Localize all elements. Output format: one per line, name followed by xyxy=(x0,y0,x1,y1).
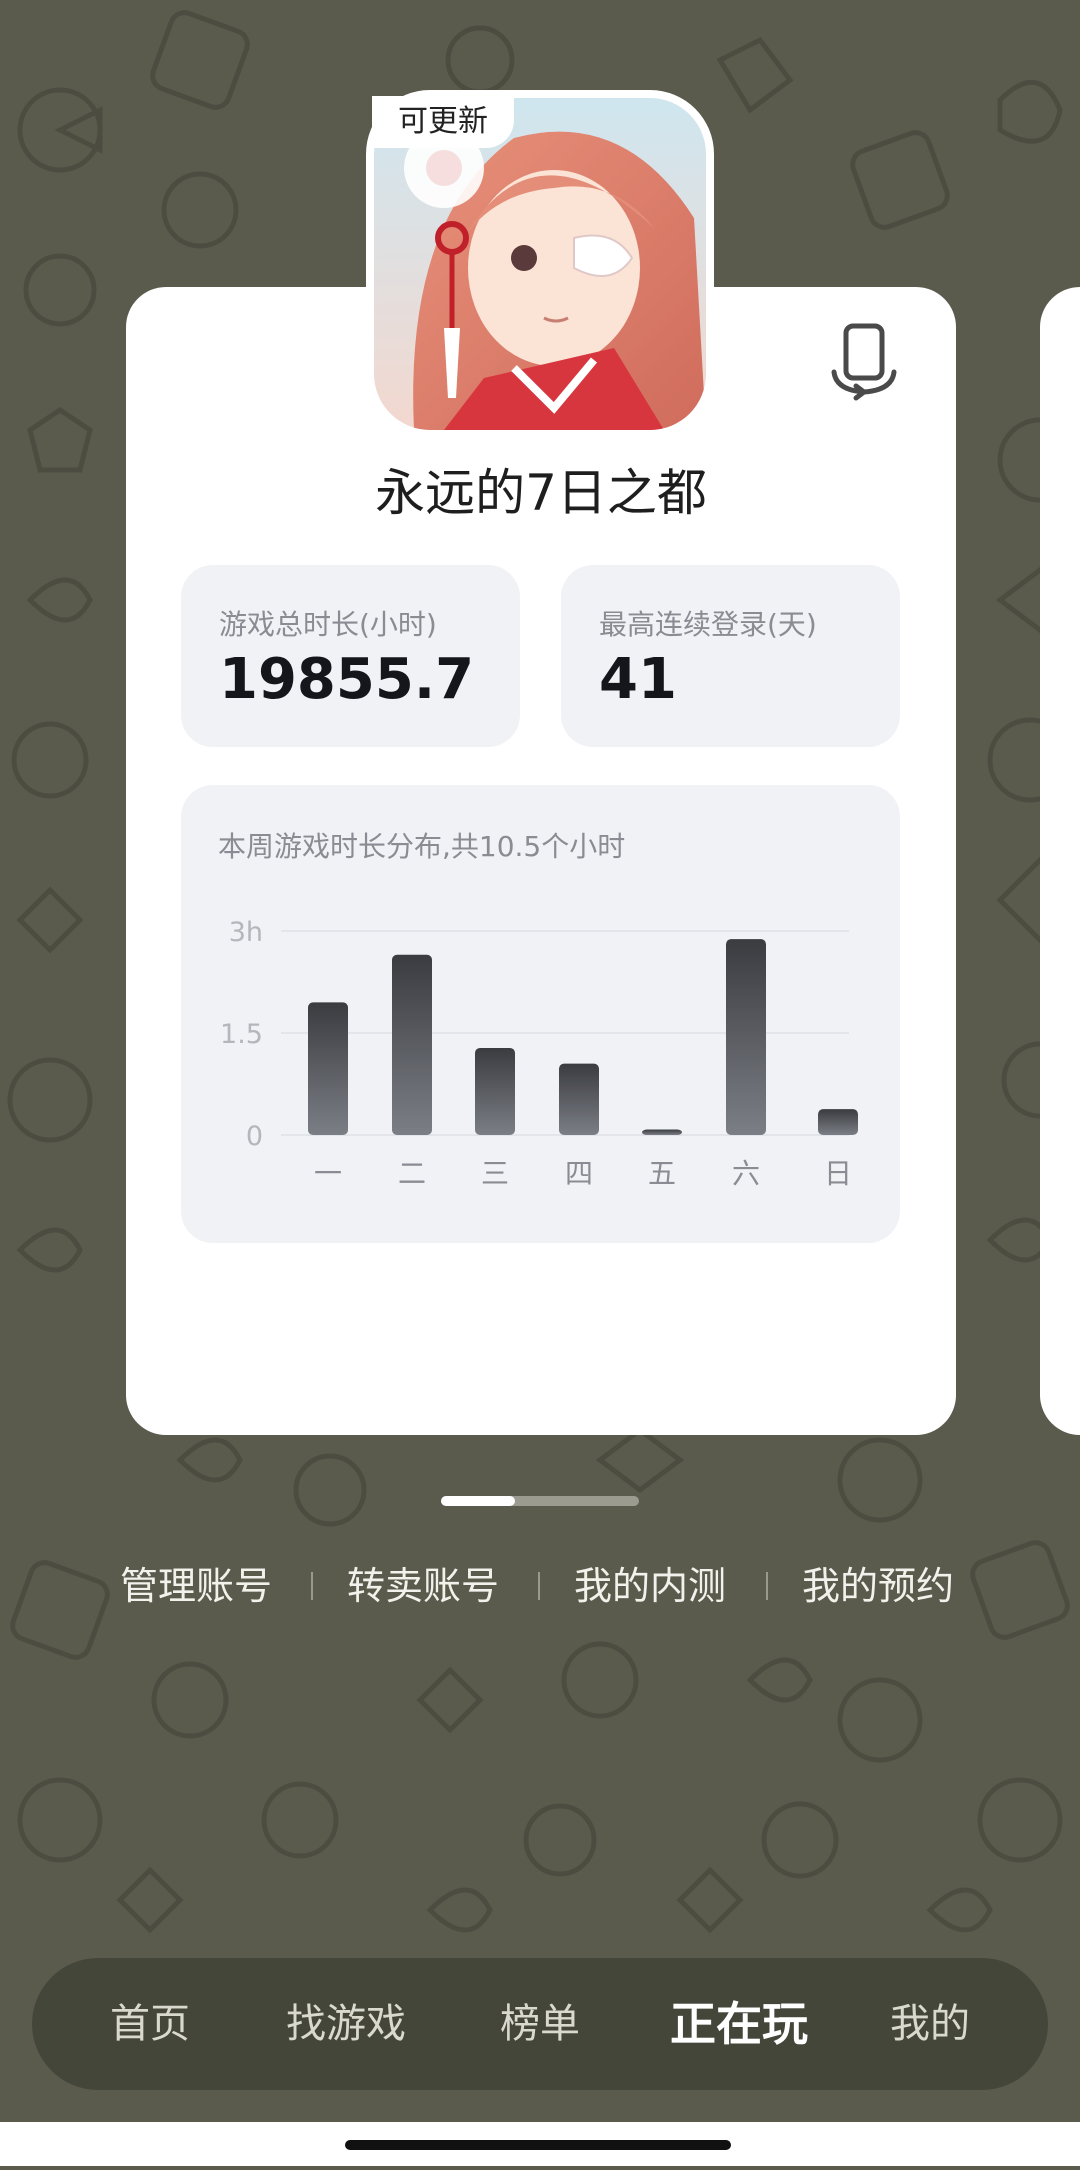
nav-home[interactable]: 首页 xyxy=(110,1958,190,2090)
chart-bar xyxy=(392,954,432,1135)
stat-total-playtime: 游戏总时长(小时) 19855.7 xyxy=(181,565,520,747)
link-separator xyxy=(538,1572,540,1600)
stat-max-login-streak: 最高连续登录(天) 41 xyxy=(561,565,900,747)
bottom-nav: 首页 找游戏 榜单 正在玩 我的 xyxy=(32,1958,1048,2090)
x-tick-label: 四 xyxy=(565,1157,593,1190)
nav-now-playing[interactable]: 正在玩 xyxy=(670,1958,808,2090)
link-separator xyxy=(766,1572,768,1600)
chart-plot: 0 1.5 3h 一 二 三 四 五 六 日 xyxy=(220,917,858,1190)
account-links: 管理账号 转卖账号 我的内测 我的预约 xyxy=(0,1556,1080,1616)
link-resell-account[interactable]: 转卖账号 xyxy=(347,1556,499,1616)
chart-bar xyxy=(642,1129,682,1135)
x-tick-label: 六 xyxy=(732,1157,760,1190)
stat-label: 游戏总时长(小时) xyxy=(219,608,437,641)
chart-bar xyxy=(308,1002,348,1135)
page-indicator-active xyxy=(441,1496,515,1506)
nav-find-games[interactable]: 找游戏 xyxy=(286,1958,406,2090)
next-game-card[interactable] xyxy=(1040,287,1080,1435)
link-my-beta[interactable]: 我的内测 xyxy=(574,1556,726,1616)
link-manage-account[interactable]: 管理账号 xyxy=(120,1556,272,1616)
y-tick-label: 1.5 xyxy=(220,1019,263,1050)
stat-value: 41 xyxy=(599,647,677,712)
home-indicator[interactable] xyxy=(345,2140,731,2150)
y-tick-label: 0 xyxy=(246,1121,263,1152)
x-tick-label: 五 xyxy=(648,1157,676,1190)
chart-bar xyxy=(559,1063,599,1135)
phone-switch-icon[interactable] xyxy=(822,318,906,402)
stat-label: 最高连续登录(天) xyxy=(599,608,817,641)
chart-bar xyxy=(818,1109,858,1135)
link-my-reservations[interactable]: 我的预约 xyxy=(802,1556,954,1616)
y-tick-label: 3h xyxy=(229,917,263,948)
weekly-playtime-chart: 本周游戏时长分布,共10.5个小时 0 1.5 3h 一二三四五六日 xyxy=(181,785,900,1243)
x-tick-label: 二 xyxy=(398,1157,426,1190)
page-indicator xyxy=(441,1496,639,1506)
stat-value: 19855.7 xyxy=(219,647,475,712)
x-tick-label: 日 xyxy=(824,1157,852,1190)
update-badge: 可更新 xyxy=(372,96,514,148)
nav-rankings[interactable]: 榜单 xyxy=(500,1958,580,2090)
x-tick-label: 三 xyxy=(481,1157,509,1190)
nav-mine[interactable]: 我的 xyxy=(890,1958,970,2090)
link-separator xyxy=(311,1572,313,1600)
chart-bar xyxy=(726,939,766,1135)
x-tick-label: 一 xyxy=(314,1157,342,1190)
game-title: 永远的7日之都 xyxy=(375,464,707,522)
chart-bar xyxy=(475,1047,515,1135)
